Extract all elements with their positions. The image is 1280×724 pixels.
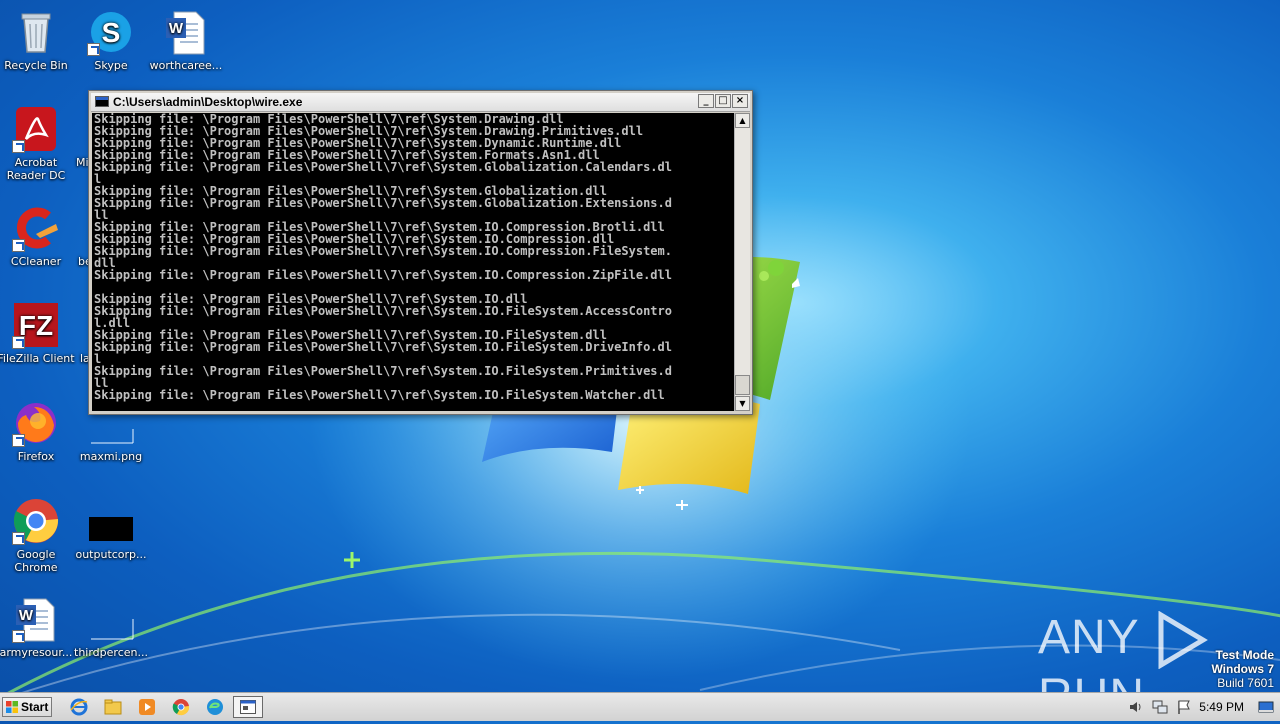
scroll-down-button[interactable]: ▼: [735, 396, 750, 411]
desktop-icon-recycle-bin[interactable]: Recycle Bin: [0, 8, 75, 72]
desktop-icon-armyresour[interactable]: W armyresour...: [0, 595, 75, 659]
maximize-button[interactable]: □: [715, 94, 731, 108]
console-scrollbar[interactable]: ▲ ▼: [734, 113, 750, 411]
action-center-flag-icon[interactable]: [1176, 699, 1192, 715]
console-icon: [240, 700, 256, 714]
play-logo-icon: [1158, 611, 1209, 670]
system-tray: 5:49 PM: [1120, 693, 1280, 721]
network-icon[interactable]: [1152, 699, 1168, 715]
clock[interactable]: 5:49 PM: [1199, 700, 1244, 714]
desktop-icon-filezilla[interactable]: FZ FileZilla Client: [0, 301, 75, 365]
black-image-icon: [89, 517, 133, 541]
console-titlebar[interactable]: C:\Users\admin\Desktop\wire.exe _ □ ×: [91, 93, 750, 112]
scroll-thumb[interactable]: [735, 375, 750, 395]
close-button[interactable]: ×: [732, 94, 748, 108]
console-output[interactable]: Skipping file: \Program Files\PowerShell…: [92, 113, 734, 411]
console-app-icon: [95, 96, 109, 107]
desktop-icon-ccleaner[interactable]: CCleaner: [0, 204, 75, 268]
console-window[interactable]: C:\Users\admin\Desktop\wire.exe _ □ × Sk…: [88, 90, 753, 415]
show-desktop-icon[interactable]: [1258, 699, 1274, 715]
window-title: C:\Users\admin\Desktop\wire.exe: [113, 95, 303, 109]
svg-text:S: S: [102, 17, 121, 48]
desktop-icon-worthcaree[interactable]: W worthcaree...: [147, 8, 225, 72]
recycle-bin-icon: [21, 13, 51, 53]
file-explorer-icon[interactable]: [104, 698, 122, 716]
desktop-icon-chrome[interactable]: Google Chrome: [0, 497, 75, 574]
svg-text:W: W: [19, 607, 34, 624]
console-text: Skipping file: \Program Files\PowerShell…: [94, 113, 672, 402]
chrome-taskbar-icon[interactable]: [172, 698, 190, 716]
speaker-icon[interactable]: [1128, 699, 1144, 715]
minimize-button[interactable]: _: [698, 94, 714, 108]
desktop-icon-skype[interactable]: S Skype: [72, 8, 150, 72]
desktop-icon-firefox[interactable]: Firefox: [0, 399, 75, 463]
taskbar: Start 5:49 PM: [0, 692, 1280, 721]
windows-flag-icon: [6, 701, 18, 713]
scroll-up-button[interactable]: ▲: [735, 113, 750, 128]
blank-file-icon: [91, 619, 134, 640]
test-mode-info: Test Mode Windows 7 Build 7601: [1211, 648, 1274, 690]
word-document-icon: W: [166, 11, 205, 55]
start-button[interactable]: Start: [2, 697, 52, 717]
edge-icon[interactable]: [206, 698, 224, 716]
console-taskbar-button[interactable]: [233, 696, 263, 718]
internet-explorer-icon[interactable]: [70, 698, 88, 716]
desktop-icon-outputcorp[interactable]: outputcorp...: [72, 497, 150, 561]
svg-text:W: W: [169, 20, 184, 37]
desktop-icon-thirdpercen[interactable]: thirdpercen...: [72, 595, 150, 659]
desktop-icon-acrobat[interactable]: Acrobat Reader DC: [0, 105, 75, 182]
media-player-icon[interactable]: [138, 698, 156, 716]
